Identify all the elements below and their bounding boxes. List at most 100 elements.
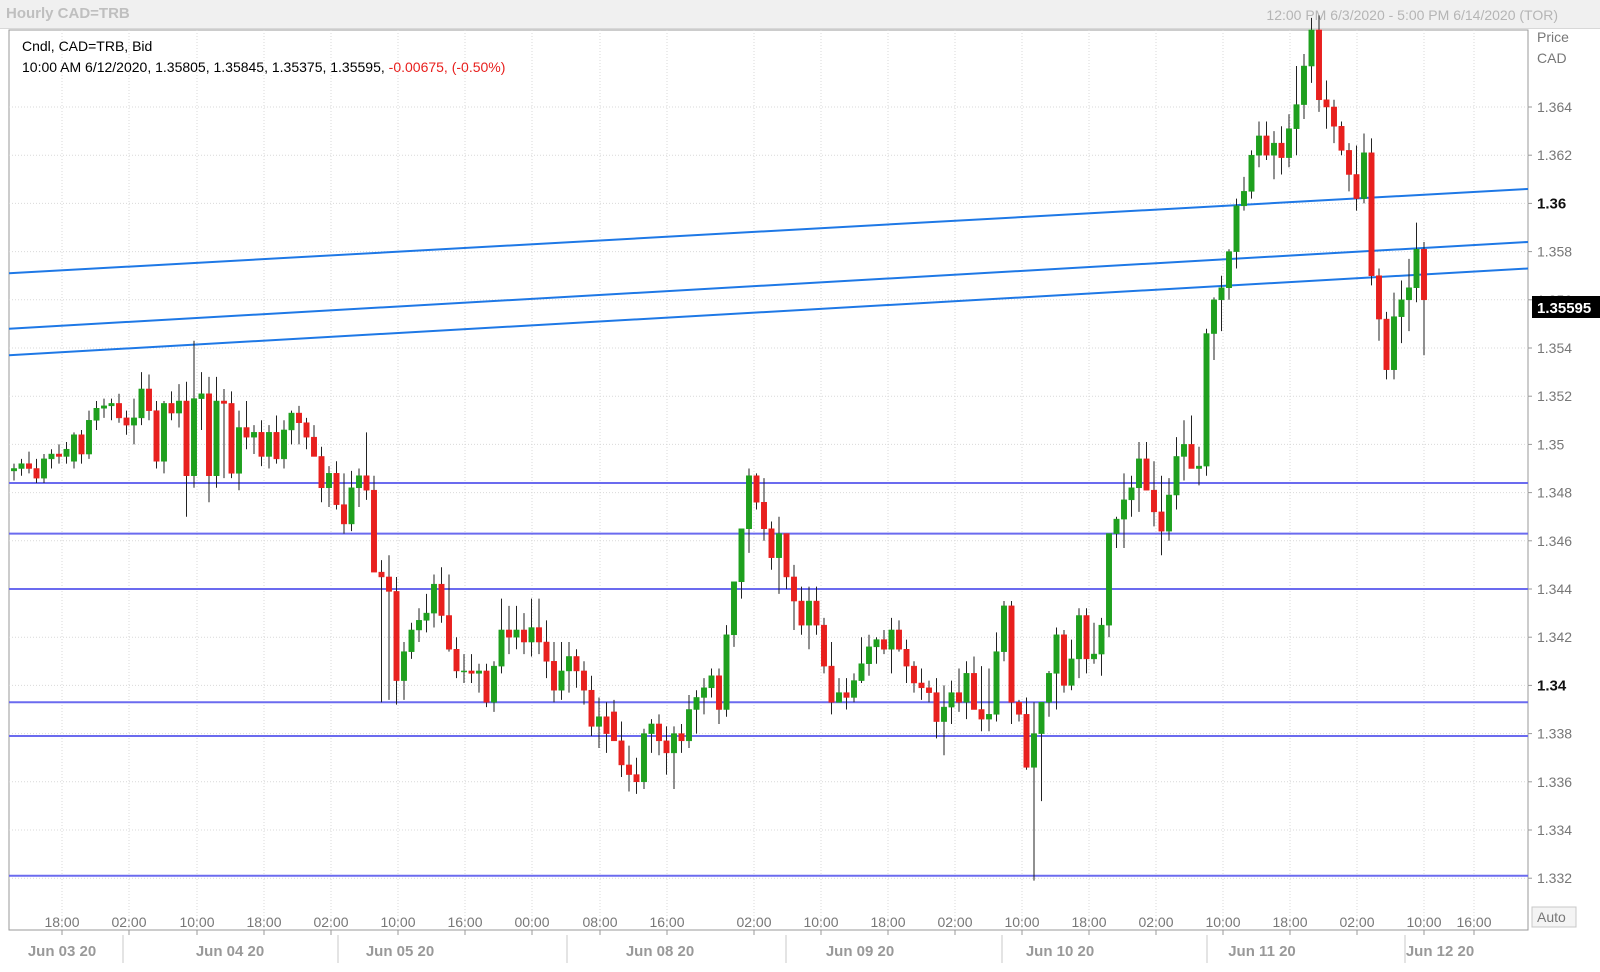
day-label: Jun 09 20 <box>826 943 894 960</box>
candle-body <box>1338 126 1345 151</box>
candle-body <box>753 475 760 503</box>
price-change: -0.00675, (-0.50%) <box>388 59 506 75</box>
instrument-label: Cndl, CAD=TRB, Bid <box>22 38 153 54</box>
candle-body <box>536 627 542 643</box>
candle-body <box>926 687 932 693</box>
candle-body <box>461 670 467 673</box>
candle-body <box>33 468 40 479</box>
candle-body <box>476 670 482 674</box>
candle-body <box>1143 458 1150 491</box>
candle-body <box>281 429 287 460</box>
candle-body <box>1376 275 1382 320</box>
trendline <box>8 187 1529 275</box>
candle-body <box>491 665 497 703</box>
candle-body <box>1166 494 1172 532</box>
candle-body <box>558 670 565 691</box>
candle-body <box>933 692 940 722</box>
time-tick-label: 02:00 <box>937 914 972 930</box>
candle-body <box>686 709 692 742</box>
candle-body <box>401 651 407 681</box>
candle-body <box>596 716 602 727</box>
day-label: Jun 12 20 <box>1406 943 1474 960</box>
candle-body <box>333 473 340 505</box>
candle-body <box>678 733 685 742</box>
candle-body <box>408 629 415 652</box>
candle-body <box>581 670 587 691</box>
candle-body <box>303 422 310 438</box>
price-axis-title: Price <box>1537 29 1569 45</box>
candle-body <box>971 673 977 710</box>
candle-body <box>566 656 572 672</box>
candle-body <box>911 665 917 684</box>
candle-body <box>521 629 527 643</box>
candle-body <box>738 528 745 583</box>
time-tick-label: 10:00 <box>179 914 214 930</box>
price-tick-label: 1.354 <box>1537 340 1572 356</box>
time-tick-label: 18:00 <box>44 914 79 930</box>
candle-body <box>386 576 392 592</box>
candle-body <box>746 475 752 530</box>
candle-body <box>1241 191 1247 207</box>
candle-body <box>543 641 550 662</box>
candle-body <box>1361 152 1367 199</box>
candle-body <box>116 403 122 419</box>
candle-body <box>1173 456 1180 496</box>
price-axis: Price CAD 1.3641.3621.361.3581.3561.3541… <box>1528 29 1572 886</box>
candle-body <box>1113 518 1120 534</box>
candle-body <box>768 528 775 558</box>
time-tick-label: 08:00 <box>582 914 617 930</box>
candle-body <box>1368 152 1375 276</box>
candle-body <box>1001 605 1007 652</box>
trendline <box>8 267 1529 357</box>
candle-body <box>18 463 25 469</box>
candle-body <box>1016 702 1022 715</box>
candle-body <box>1421 248 1427 301</box>
candle-body <box>1323 99 1330 108</box>
candle-body <box>1076 615 1082 660</box>
candle-body <box>258 432 265 457</box>
time-tick-label: 02:00 <box>1138 914 1173 930</box>
candle-body <box>453 649 460 672</box>
candle-body <box>633 774 640 783</box>
candle-body <box>723 634 730 710</box>
candle-body <box>183 400 190 476</box>
candle-body <box>431 583 437 614</box>
candle-body <box>176 400 182 414</box>
candle-body <box>348 487 355 525</box>
candle-body <box>318 456 325 489</box>
candle-body <box>1413 248 1420 289</box>
candle-body <box>836 692 842 703</box>
candle-body <box>483 670 490 703</box>
candle-body <box>221 400 227 404</box>
price-chart[interactable]: Price CAD 1.3641.3621.361.3581.3561.3541… <box>0 0 1600 972</box>
time-tick-label: 10:00 <box>1004 914 1039 930</box>
candle-body <box>843 692 850 698</box>
candle-body <box>783 533 790 578</box>
time-tick-label: 02:00 <box>313 914 348 930</box>
candle-body <box>1211 299 1217 334</box>
candle-body <box>1181 444 1187 457</box>
candle-body <box>86 420 92 455</box>
candle-body <box>26 463 32 469</box>
day-label: Jun 04 20 <box>196 943 264 960</box>
day-label: Jun 03 20 <box>28 943 96 960</box>
ohlc-values: 10:00 AM 6/12/2020, 1.35805, 1.35845, 1.… <box>22 57 505 78</box>
candle-body <box>101 405 107 409</box>
candle-body <box>1391 316 1397 370</box>
day-label: Jun 10 20 <box>1026 943 1094 960</box>
candle-body <box>416 620 422 631</box>
candle-body <box>1278 142 1285 158</box>
auto-button-label[interactable]: Auto <box>1537 909 1566 925</box>
candle-body <box>656 723 662 742</box>
candle-body <box>1121 499 1127 520</box>
candle-body <box>1151 489 1157 513</box>
candle-body <box>1023 714 1030 768</box>
candle-body <box>671 733 677 754</box>
candle-body <box>806 600 812 626</box>
candle-body <box>1233 205 1240 252</box>
candle-body <box>1308 29 1315 67</box>
candle-body <box>761 501 767 529</box>
candle-body <box>873 639 880 648</box>
candle-body <box>438 583 445 616</box>
candle-body <box>498 629 505 667</box>
